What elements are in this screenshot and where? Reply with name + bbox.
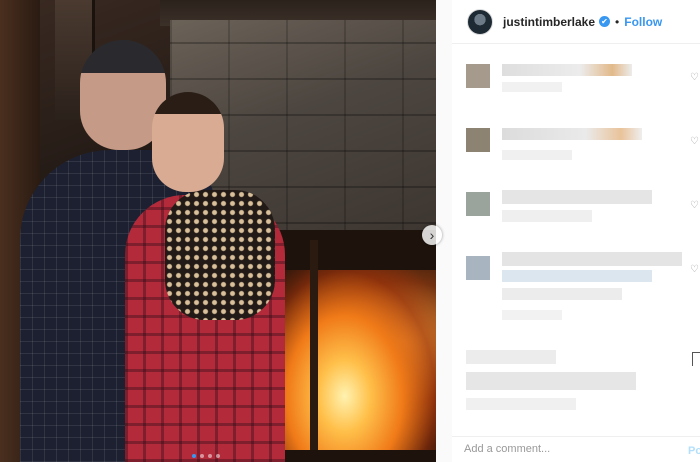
comment-input[interactable]	[464, 443, 664, 455]
blurred-text	[502, 190, 652, 204]
heart-icon[interactable]: ♡	[690, 72, 699, 83]
fire-grate	[310, 240, 318, 450]
username-link[interactable]: justintimberlake	[503, 15, 595, 29]
blurred-text	[502, 252, 682, 266]
blurred-text	[502, 288, 622, 300]
blurred-text	[502, 64, 632, 76]
fire	[270, 270, 436, 450]
blurred-text	[466, 398, 576, 410]
list-item: ♡	[452, 50, 700, 114]
post-photo[interactable]	[0, 0, 436, 462]
carousel-dot	[200, 454, 204, 458]
avatar[interactable]	[466, 64, 490, 88]
blurred-text	[502, 310, 562, 320]
bookmark-icon[interactable]	[692, 352, 700, 366]
blurred-text	[466, 350, 556, 364]
post-button[interactable]: Po	[688, 445, 700, 457]
avatar[interactable]	[466, 192, 490, 216]
add-comment-bar: Po	[452, 436, 700, 462]
heart-icon[interactable]: ♡	[690, 200, 699, 211]
avatar[interactable]	[467, 8, 493, 35]
verified-badge-icon: ✔	[599, 16, 611, 27]
carousel-dot	[208, 454, 212, 458]
carousel-dot	[192, 454, 196, 458]
carousel-dots	[192, 454, 220, 458]
blurred-text	[502, 210, 592, 222]
post-header: justintimberlake ✔ • Follow	[452, 0, 700, 44]
avatar[interactable]	[466, 128, 490, 152]
list-item: ♡	[452, 242, 700, 342]
blurred-text	[502, 150, 572, 160]
list-item: ♡	[452, 178, 700, 242]
list-item: ♡	[452, 114, 700, 178]
follow-button[interactable]: Follow	[624, 15, 662, 29]
blurred-text	[502, 82, 562, 92]
person-woman-head	[152, 92, 224, 192]
blurred-text	[502, 128, 642, 140]
separator: •	[615, 14, 620, 29]
carousel-dot	[216, 454, 220, 458]
comments-list: ♡ ♡ ♡ ♡	[452, 50, 700, 342]
avatar[interactable]	[466, 256, 490, 280]
post-side-panel: justintimberlake ✔ • Follow ♡ ♡ ♡ ♡ Add …	[452, 0, 700, 462]
heart-icon[interactable]: ♡	[690, 264, 699, 275]
blurred-text	[502, 270, 652, 282]
scarf	[165, 190, 275, 320]
blurred-text	[466, 372, 636, 390]
chevron-right-icon[interactable]: ›	[422, 225, 442, 245]
next-glyph: ›	[429, 227, 435, 243]
heart-icon[interactable]: ♡	[690, 136, 699, 147]
